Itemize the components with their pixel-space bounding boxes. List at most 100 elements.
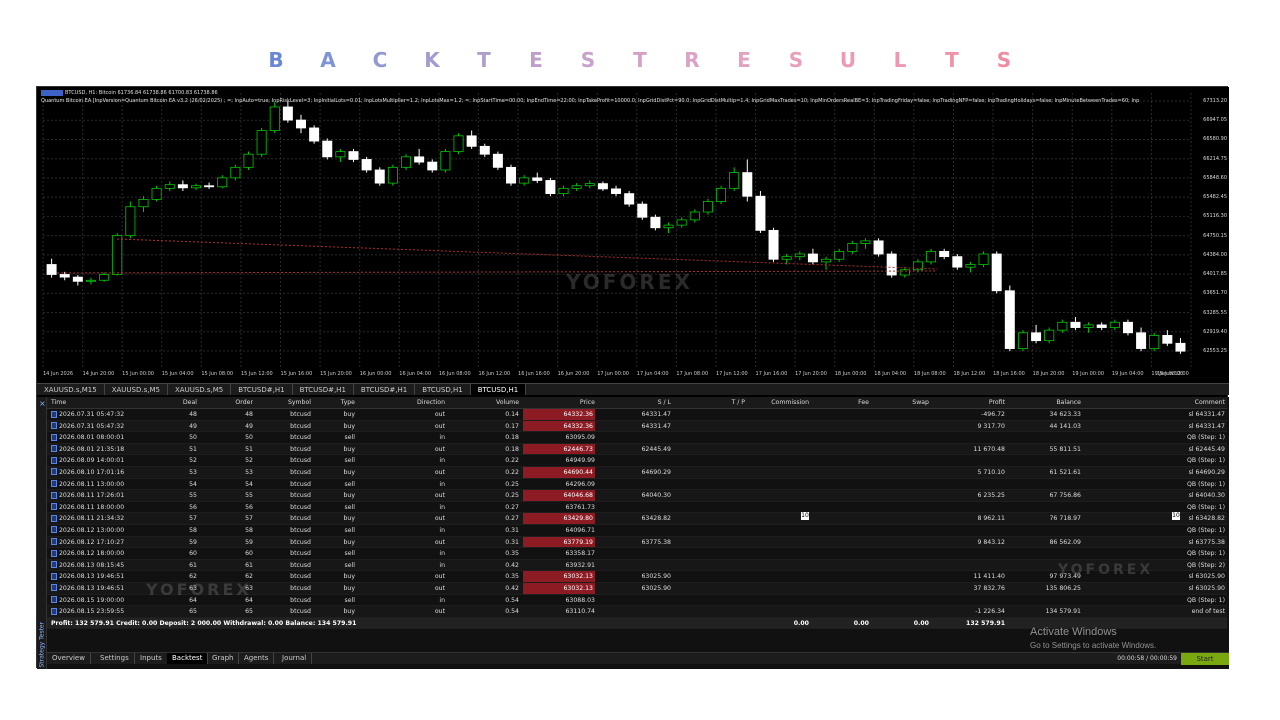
table-row[interactable]: 2026.08.15 23:59:55 65 65 btcusd buy out 0.54 6… [47,606,1227,618]
chart-tab[interactable]: BTCUSD,H1 [470,384,527,395]
table-cell: in [439,480,445,488]
banner-letter: C [372,48,388,72]
table-cell [813,571,869,582]
table-cell: 0.14 [505,411,519,418]
table-cell: 60 [189,550,197,558]
price-tick-label: 64017.85 [1203,271,1227,278]
table-row[interactable]: 2026.08.01 08:00:01 50 50 btcusd sell in 0.18 6… [47,432,1227,444]
price-chart[interactable]: BTCUSD, H1: Bitcoin 61736.84 61738.86 61… [37,87,1229,383]
table-cell [873,409,929,420]
candle-body [519,177,530,184]
column-header[interactable]: Price [523,397,595,408]
table-row[interactable]: 2026.08.13 08:15:45 61 61 btcusd sell in 0.42 6… [47,559,1227,572]
table-row[interactable]: 2026.08.11 21:34:32 57 57 btcusd buy out 0.27 6… [47,513,1227,525]
table-cell: 76 718.97 [1049,515,1082,523]
table-cell [749,502,809,513]
table-cell: 0.54 [505,608,519,616]
table-row[interactable]: 2026.08.12 17:10:27 59 59 btcusd buy out 0.31 6… [47,536,1227,549]
table-row[interactable]: 2026.08.11 18:00:00 56 56 btcusd sell in 0.27 6… [47,502,1227,514]
table-cell [749,432,809,443]
table-cell: in [439,550,445,558]
column-header[interactable]: T / P [675,397,745,408]
table-row[interactable]: 2026.08.12 13:00:00 58 58 btcusd sell in 0.31 6… [47,525,1227,537]
activate-windows-notice: Activate Windows Go to Settings to activ… [1030,626,1156,650]
table-cell: btcusd [290,457,311,465]
table-cell [873,444,929,455]
candle-body [991,253,1002,292]
column-header[interactable]: Volume [449,397,519,408]
table-cell [1009,432,1081,443]
table-cell: btcusd [290,538,311,546]
table-cell: btcusd [290,422,311,430]
table-row[interactable]: 2026.07.31 05:47:32 48 48 btcusd buy out 0.14 6… [47,409,1227,421]
table-cell [675,502,745,513]
banner-letter: T [945,48,959,72]
table-cell [873,490,929,501]
chart-tab[interactable]: BTCUSD#,H1 [231,384,293,395]
chart-tab[interactable]: XAUUSD.s,M15 [37,384,105,395]
table-cell [873,467,929,478]
time-tick-label: 18 Jun 16:00 [993,371,1025,377]
table-row[interactable]: 2026.08.11 17:26:01 55 55 btcusd buy out 0.25 6… [47,490,1227,502]
column-header[interactable]: Time [51,397,141,408]
table-cell: sell [344,526,355,534]
chart-tab[interactable]: XAUUSD.s,M5 [105,384,168,395]
tester-tab[interactable]: Overview [47,653,91,664]
table-cell [873,502,929,513]
column-header[interactable]: Swap [873,397,929,408]
tester-tab[interactable]: Inputs [135,653,168,664]
table-cell: 64690.29 [641,468,671,476]
deal-document-icon [51,572,57,580]
price-tick-label: 62919.40 [1203,328,1227,335]
table-cell: 86 562.09 [1049,538,1082,546]
table-cell: sell [344,457,355,465]
chart-tab[interactable]: BTCUSD#,H1 [354,384,416,395]
price-axis: 67313.20 66947.05 66580.90 66214.75 65848.60… [1193,87,1229,383]
yoforex-watermark-table-left: YOFOREX [146,580,252,599]
time-tick-label: 18 Jun 04:00 [874,371,907,377]
table-row[interactable]: 2026.08.10 17:01:16 53 53 btcusd buy out 0.22 6… [47,466,1227,479]
activate-windows-title: Activate Windows [1030,626,1117,638]
column-header[interactable]: Symbol [261,397,311,408]
chart-tab[interactable]: BTCUSD,H1 [415,384,471,395]
column-header[interactable]: Comment [1087,397,1225,408]
column-header[interactable]: Commission [749,397,809,408]
column-header[interactable]: Profit [933,397,1005,408]
tester-tab[interactable]: Graph [207,653,240,664]
tester-tab[interactable]: Journal [277,653,313,664]
column-header[interactable]: Deal [147,397,197,408]
close-icon[interactable]: × [39,399,46,408]
deal-document-icon [51,433,57,441]
candle-body [597,183,608,190]
table-row[interactable]: 2026.08.09 14:00:01 52 52 btcusd sell in 0.22 6… [47,455,1227,467]
chart-tab[interactable]: BTCUSD#,H1 [293,384,354,395]
tester-tab[interactable]: Agents [239,653,275,664]
table-cell: out [434,468,445,476]
column-header[interactable]: Order [203,397,253,408]
table-cell [599,548,671,559]
deal-document-icon [51,445,57,453]
column-header[interactable]: Type [317,397,355,408]
table-cell: QB (Step: 1) [1187,596,1225,604]
table-row[interactable]: 2026.08.12 18:00:00 60 60 btcusd sell in 0.35 6… [47,548,1227,560]
column-header[interactable]: Balance [1009,397,1081,408]
banner-letter: A [320,48,336,72]
tester-tab[interactable]: Settings [95,653,135,664]
table-row[interactable]: 2026.07.31 05:47:32 49 49 btcusd buy out 0.17 6… [47,420,1227,433]
table-row[interactable]: 2026.08.01 21:35:18 51 51 btcusd buy out 0.18 6… [47,443,1227,456]
table-row[interactable]: 2026.08.11 13:00:00 54 54 btcusd sell in 0.25 6… [47,479,1227,491]
tester-tab[interactable]: Backtest [167,653,209,664]
table-cell [749,421,809,432]
column-header[interactable]: Direction [359,397,445,408]
start-button[interactable]: Start [1181,653,1229,665]
time-tick-label: 15 Jun 12:00 [240,371,273,377]
chart-tab[interactable]: XAUUSD.s,M5 [168,384,232,395]
column-header[interactable]: S / L [599,397,671,408]
screen-root: B A C K T E S T R E S U L T S BTCUSD, H1: Bitcoin 6173… [0,0,1280,720]
table-cell: buy [343,492,355,500]
candle-body [256,130,267,155]
table-cell [1009,502,1081,513]
table-cell [1009,479,1081,490]
column-header[interactable]: Fee [813,397,869,408]
table-cell [749,583,809,594]
